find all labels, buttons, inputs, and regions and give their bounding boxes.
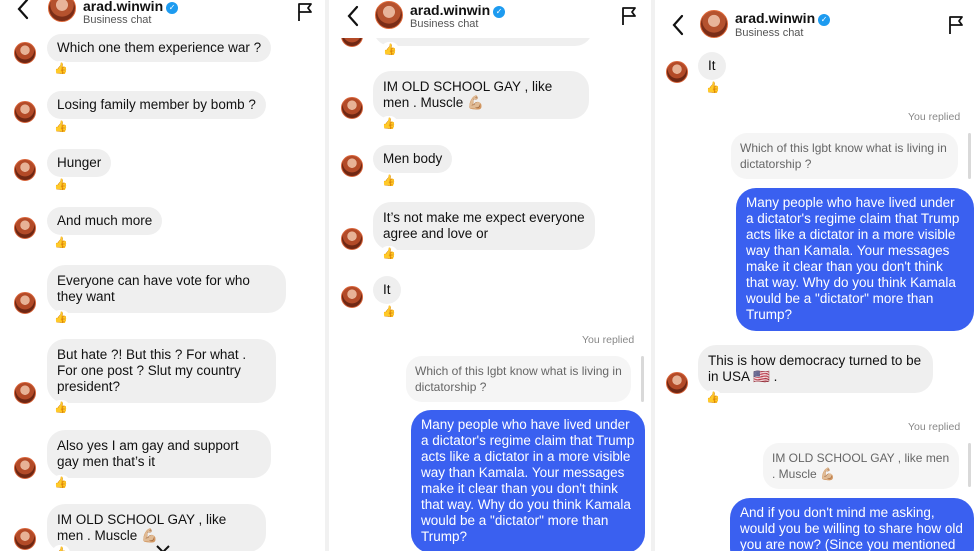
reaction-thumbs-up[interactable]: 👍 [52, 400, 70, 416]
message-bubble[interactable]: Hunger [47, 149, 112, 177]
reaction-thumbs-up[interactable]: 👍 [380, 173, 398, 189]
chevron-down-icon[interactable] [155, 544, 171, 551]
avatar[interactable] [700, 10, 728, 38]
sent-message-bubble[interactable]: And if you don't mind me asking, would y… [730, 498, 974, 551]
flag-icon[interactable] [296, 2, 314, 22]
reaction-thumbs-up[interactable]: 👍 [52, 475, 70, 491]
avatar[interactable] [666, 372, 688, 394]
reaction-thumbs-up[interactable]: 👍 [52, 119, 70, 135]
avatar[interactable] [14, 457, 36, 479]
avatar[interactable] [14, 42, 36, 64]
avatar[interactable] [14, 101, 36, 123]
reaction-thumbs-up[interactable]: 👍 [52, 235, 70, 251]
quoted-message[interactable]: Which of this lgbt know what is living i… [406, 356, 631, 402]
message-bubble[interactable]: Which one them experience war ? [47, 34, 272, 62]
reaction-thumbs-up[interactable]: 👍 [381, 42, 399, 58]
avatar[interactable] [341, 155, 363, 177]
verified-badge-icon: ✓ [493, 6, 506, 18]
sent-message-bubble[interactable]: Many people who have lived under a dicta… [736, 188, 974, 331]
message-bubble[interactable]: This is how democracy turned to be in US… [698, 345, 933, 393]
reaction-thumbs-up[interactable]: 👍 [52, 177, 70, 193]
chat-header: arad.winwin ✓ Business chat [329, 0, 651, 38]
avatar[interactable] [14, 159, 36, 181]
avatar[interactable] [14, 528, 36, 550]
avatar[interactable] [666, 61, 688, 83]
message-bubble[interactable]: It’s not make me expect everyone agree a… [373, 202, 595, 250]
subtitle: Business chat [83, 14, 152, 26]
avatar[interactable] [341, 97, 363, 119]
quoted-message[interactable]: IM OLD SCHOOL GAY , like men . Muscle 💪🏼 [763, 443, 959, 489]
avatar[interactable] [48, 0, 76, 22]
avatar[interactable] [375, 1, 403, 29]
quote-bar [641, 356, 644, 402]
avatar[interactable] [341, 228, 363, 250]
username[interactable]: arad.winwin ✓ [735, 10, 831, 26]
message-bubble[interactable]: IM OLD SCHOOL GAY , like men . Muscle 💪🏼 [373, 71, 589, 119]
message-bubble[interactable]: It [698, 52, 726, 80]
reaction-thumbs-up[interactable]: 👍 [380, 116, 398, 132]
subtitle: Business chat [735, 27, 804, 39]
chat-header: arad.winwin ✓ Business chat [655, 0, 980, 46]
message-bubble[interactable]: Men body [373, 145, 453, 173]
flag-icon[interactable] [620, 6, 638, 26]
verified-badge-icon: ✓ [166, 2, 179, 14]
chat-header: arad.winwin ✓ Business chat [0, 0, 325, 34]
username[interactable]: arad.winwin ✓ [410, 2, 506, 18]
reaction-thumbs-up[interactable]: 👍 [52, 310, 70, 326]
sent-message-bubble[interactable]: Many people who have lived under a dicta… [411, 410, 645, 551]
replied-label: You replied [582, 334, 635, 346]
reaction-thumbs-up[interactable]: 👍 [704, 80, 722, 96]
avatar[interactable] [14, 382, 36, 404]
chevron-left-icon[interactable] [16, 0, 30, 20]
replied-label: You replied [908, 421, 961, 433]
message-bubble[interactable]: Losing family member by bomb ? [47, 91, 266, 119]
reaction-thumbs-up[interactable]: 👍 [380, 304, 398, 320]
quoted-message[interactable]: Which of this lgbt know what is living i… [731, 133, 958, 179]
chevron-left-icon[interactable] [671, 14, 685, 36]
avatar[interactable] [341, 286, 363, 308]
message-bubble[interactable]: Everyone can have vote for who they want [47, 265, 286, 313]
flag-icon[interactable] [947, 15, 965, 35]
reaction-thumbs-up[interactable]: 👍 [704, 390, 722, 406]
reaction-thumbs-up[interactable]: 👍 [380, 246, 398, 262]
avatar[interactable] [14, 217, 36, 239]
message-bubble[interactable]: But hate ?! But this ? For what . For on… [47, 339, 276, 403]
quote-bar [968, 443, 971, 487]
chat-screenshot-2: 👍 arad.winwin ✓ Business chat IM OLD SCHO… [329, 0, 651, 551]
chat-screenshot-3: arad.winwin ✓ Business chat It 👍 You repl… [655, 0, 980, 551]
reaction-thumbs-up[interactable]: 👍 [52, 61, 70, 77]
replied-label: You replied [908, 111, 961, 123]
verified-badge-icon: ✓ [818, 14, 831, 26]
chevron-left-icon[interactable] [346, 5, 360, 27]
quote-bar [968, 133, 971, 179]
message-bubble[interactable]: It [373, 276, 401, 304]
message-bubble[interactable]: Also yes I am gay and support gay men th… [47, 430, 271, 478]
subtitle: Business chat [410, 18, 479, 30]
username[interactable]: arad.winwin ✓ [83, 0, 179, 14]
chat-screenshot-1: arad.winwin ✓ Business chat Which one the… [0, 0, 325, 551]
message-bubble[interactable]: And much more [47, 207, 163, 235]
avatar[interactable] [14, 292, 36, 314]
